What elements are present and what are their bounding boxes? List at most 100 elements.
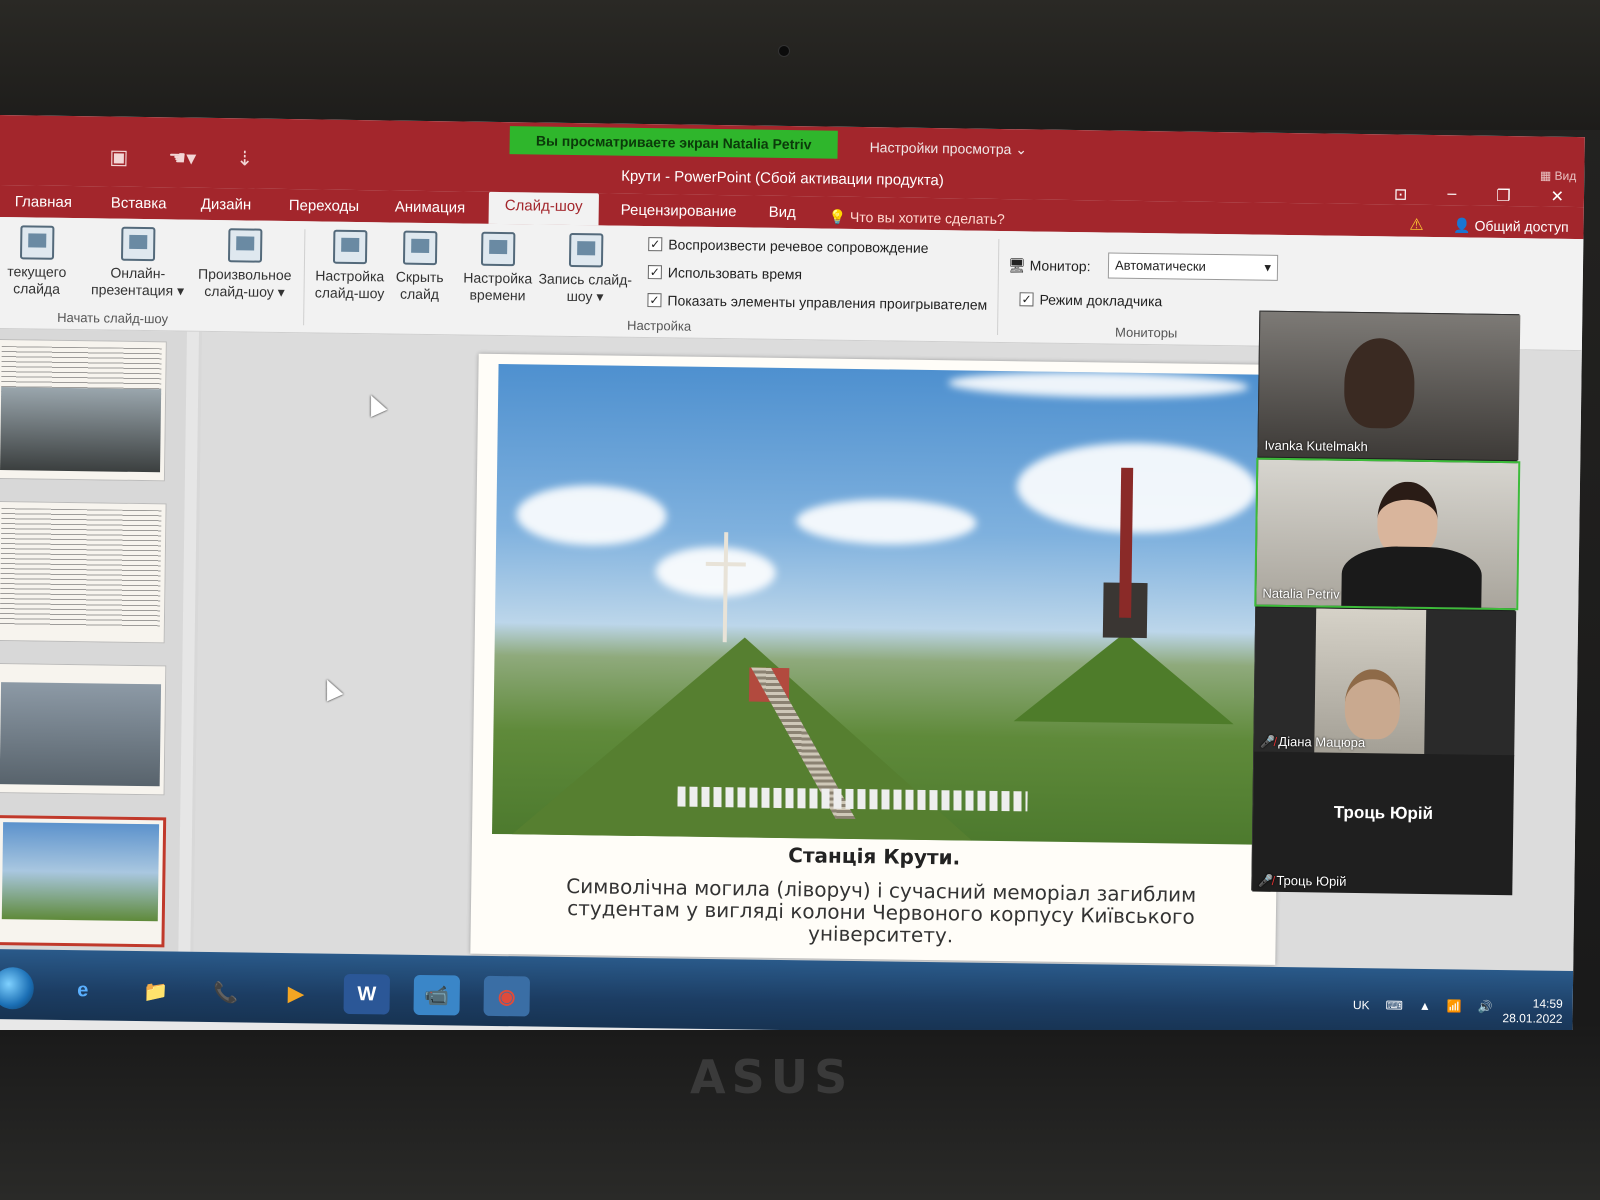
media-player-icon[interactable]: ▶ bbox=[272, 973, 319, 1014]
participant-video bbox=[1344, 668, 1401, 740]
start-button[interactable] bbox=[0, 966, 35, 1010]
setup-slideshow-label: Настройка слайд-шоу bbox=[314, 267, 385, 302]
network-icon[interactable]: 📶 bbox=[1447, 999, 1462, 1013]
memorial-column bbox=[1119, 467, 1134, 618]
online-presentation-button[interactable]: Онлайн-презентация ▾ bbox=[87, 226, 188, 299]
thumbnail-image bbox=[1, 822, 160, 921]
participant-tile[interactable]: 🎤̸ Діана Мацюра bbox=[1254, 607, 1517, 757]
ribbon-separator bbox=[997, 238, 1000, 335]
share-button[interactable]: 👤 Общий доступ bbox=[1453, 217, 1569, 236]
slide-canvas[interactable]: Станція Крути. Символічна могила (лівору… bbox=[470, 353, 1284, 965]
customize-qat-icon[interactable]: ⇣ bbox=[236, 146, 253, 171]
internet-explorer-icon[interactable]: e bbox=[60, 970, 107, 1011]
group-label-setup: Настройка bbox=[627, 317, 692, 334]
record-slideshow-button[interactable]: Запись слайд-шоу ▾ bbox=[537, 232, 633, 306]
participant-name-text: Троць Юрій bbox=[1276, 872, 1347, 889]
custom-slideshow-button[interactable]: Произвольное слайд-шоу ▾ bbox=[189, 228, 300, 302]
participant-name: Natalia Petriv bbox=[1262, 585, 1340, 602]
participant-tile-active[interactable]: Natalia Petriv bbox=[1254, 457, 1521, 611]
word-icon[interactable]: W bbox=[343, 973, 391, 1015]
restore-button[interactable]: ❐ bbox=[1496, 186, 1511, 206]
viber-icon[interactable]: 📞 bbox=[202, 972, 249, 1013]
person-icon: 👤 bbox=[1453, 217, 1471, 234]
check-presenter-view-label: Режим докладчика bbox=[1039, 291, 1163, 310]
participant-name: 🎤̸ Троць Юрій bbox=[1258, 873, 1346, 889]
hide-slide-button[interactable]: Скрыть слайд bbox=[389, 230, 450, 303]
clock-time: 14:59 bbox=[1532, 996, 1563, 1011]
zoom-participant-gallery: Ivanka Kutelmakh Natalia Petriv 🎤̸ Діана … bbox=[1251, 310, 1521, 896]
participant-name: Ivanka Kutelmakh bbox=[1264, 437, 1368, 455]
participant-tile[interactable]: Троць Юрій 🎤̸ Троць Юрій bbox=[1252, 751, 1515, 896]
rehearse-timings-button[interactable]: Настройка времени bbox=[457, 231, 538, 304]
check-use-timings-label: Использовать время bbox=[667, 264, 803, 283]
tab-design[interactable]: Дизайн bbox=[201, 196, 252, 214]
tab-transitions[interactable]: Переходы bbox=[289, 197, 360, 215]
cross bbox=[722, 532, 729, 643]
checkbox-icon: ✓ bbox=[648, 237, 663, 252]
zoom-icon[interactable]: 📹 bbox=[413, 974, 461, 1016]
warning-icon[interactable]: ⚠ bbox=[1409, 215, 1424, 235]
mouse-cursor-icon bbox=[362, 391, 388, 418]
slide-thumbnail[interactable] bbox=[0, 500, 167, 644]
chevron-down-icon: ▾ bbox=[1264, 259, 1272, 275]
setup-slideshow-button[interactable]: Настройка слайд-шоу bbox=[309, 229, 390, 302]
keyboard-icon[interactable]: ⌨ bbox=[1385, 998, 1403, 1012]
participant-video bbox=[1343, 337, 1416, 429]
chrome-icon[interactable]: ◉ bbox=[483, 975, 531, 1017]
check-narrations[interactable]: ✓ Воспроизвести речевое сопровождение bbox=[648, 236, 929, 256]
file-explorer-icon[interactable]: 📁 bbox=[133, 971, 180, 1012]
volume-icon[interactable]: 🔊 bbox=[1478, 1000, 1493, 1014]
from-current-slide-button[interactable]: текущего слайда bbox=[1, 225, 72, 298]
tab-insert[interactable]: Вставка bbox=[111, 195, 167, 213]
presentation-icon[interactable]: ▣ bbox=[109, 145, 128, 170]
language-indicator[interactable]: UK bbox=[1353, 998, 1370, 1012]
setup-show-icon bbox=[332, 229, 368, 265]
mouse-cursor-icon bbox=[318, 675, 344, 702]
taskbar-clock[interactable]: 14:59 28.01.2022 bbox=[1502, 996, 1562, 1027]
minimize-button[interactable]: – bbox=[1447, 185, 1456, 205]
check-use-timings[interactable]: ✓ Использовать время bbox=[647, 264, 803, 283]
check-narrations-label: Воспроизвести речевое сопровождение bbox=[668, 236, 929, 256]
tab-slideshow[interactable]: Слайд-шоу bbox=[488, 191, 599, 226]
globe-projector-icon bbox=[120, 226, 156, 262]
custom-slideshow-label: Произвольное слайд-шоу ▾ bbox=[197, 265, 292, 300]
tab-animation[interactable]: Анимация bbox=[395, 199, 466, 217]
record-icon bbox=[568, 232, 603, 268]
check-media-controls[interactable]: ✓ Показать элементы управления проигрыва… bbox=[647, 292, 987, 313]
system-tray: UK ⌨ ▲ 📶 🔊 bbox=[1353, 998, 1493, 1014]
lightbulb-icon: 💡 bbox=[828, 208, 847, 225]
zoom-view-options[interactable]: Настройки просмотра ⌄ bbox=[870, 139, 1028, 158]
touch-mode-icon[interactable]: ☚▾ bbox=[168, 145, 196, 170]
rehearse-timings-label: Настройка времени bbox=[463, 269, 533, 304]
slide-thumbnail-active[interactable] bbox=[0, 815, 167, 948]
share-label: Общий доступ bbox=[1474, 217, 1569, 235]
participant-name: 🎤̸ Діана Мацюра bbox=[1260, 734, 1365, 750]
show-hidden-icons-icon[interactable]: ▲ bbox=[1419, 999, 1431, 1013]
thumbnail-image bbox=[0, 387, 162, 473]
laptop-brand-logo: ASUS bbox=[690, 1050, 854, 1104]
tell-me-box[interactable]: 💡 Что вы хотите сделать? bbox=[829, 209, 1005, 228]
tab-review[interactable]: Рецензирование bbox=[621, 202, 737, 221]
hide-slide-icon bbox=[402, 230, 438, 266]
tab-view[interactable]: Вид bbox=[769, 204, 796, 221]
check-media-controls-label: Показать элементы управления проигрывате… bbox=[667, 292, 988, 313]
check-presenter-view[interactable]: ✓ Режим докладчика bbox=[1019, 291, 1162, 309]
close-button[interactable]: ✕ bbox=[1550, 187, 1564, 207]
slide-photo-memorial[interactable] bbox=[492, 363, 1269, 845]
slide-thumbnails-pane bbox=[0, 328, 202, 952]
ribbon-display-button[interactable]: ⊡ bbox=[1394, 184, 1408, 204]
webcam bbox=[778, 45, 790, 57]
slide-thumbnail[interactable] bbox=[0, 663, 167, 796]
monitor-select[interactable]: Автоматически ▾ bbox=[1107, 252, 1279, 281]
mic-muted-icon: 🎤̸ bbox=[1258, 873, 1274, 888]
participant-tile[interactable]: Ivanka Kutelmakh bbox=[1258, 311, 1521, 461]
custom-show-icon bbox=[227, 228, 263, 263]
slide-thumbnail[interactable] bbox=[0, 338, 167, 482]
zoom-view-button[interactable]: ▦ Вид bbox=[1540, 169, 1577, 184]
tab-home[interactable]: Главная bbox=[15, 193, 72, 211]
checkbox-icon: ✓ bbox=[1019, 292, 1034, 307]
monitor-select-value: Автоматически bbox=[1114, 257, 1206, 274]
thumbnails-scrollbar[interactable] bbox=[178, 331, 199, 952]
window-controls: ⊡ – ❐ ✕ bbox=[1394, 184, 1564, 206]
hide-slide-label: Скрыть слайд bbox=[395, 268, 444, 303]
